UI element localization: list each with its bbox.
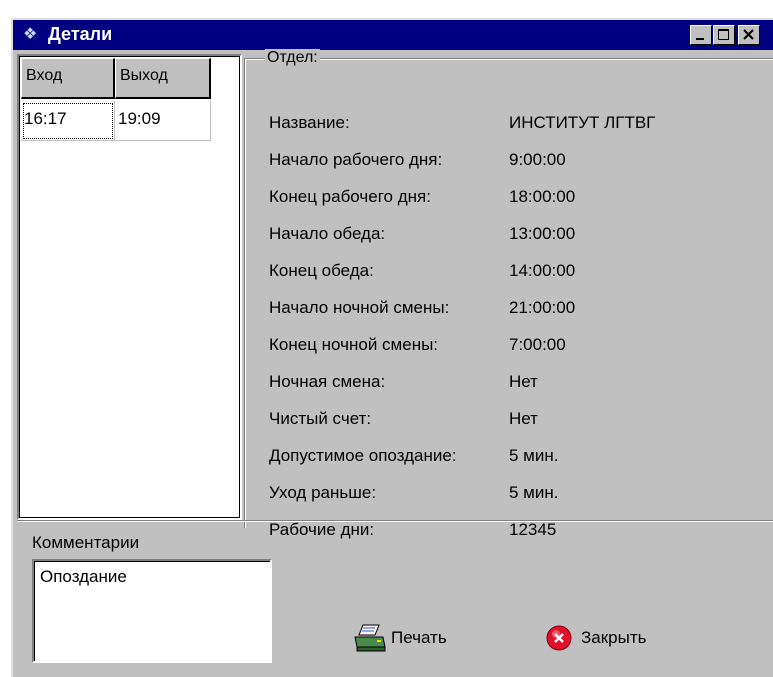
close-button[interactable] [738,25,760,45]
maximize-button[interactable] [713,25,735,45]
column-header-entry[interactable]: Вход [21,58,115,99]
field-value-night-end: 7:00:00 [509,335,566,354]
details-window: ❖ Детали Вход Выход 16:17 19:09 Отдел: Н… [11,18,773,677]
separator [17,520,773,522]
field-label-net-count: Чистый счет: [269,409,372,428]
column-header-exit-label: Выход [120,67,168,84]
table-cell-entry[interactable]: 16:17 [21,101,115,141]
field-value-night-shift: Нет [509,372,538,391]
window-title: Детали [48,24,113,44]
field-label-night-shift: Ночная смена: [269,372,386,391]
field-label-workday-end: Конец рабочего дня: [269,187,431,206]
printer-icon [353,623,387,653]
field-value-workday-start: 9:00:00 [509,150,566,169]
field-value-workdays: 12345 [509,520,557,539]
time-list[interactable]: Вход Выход 16:17 19:09 [17,54,242,520]
field-label-night-start: Начало ночной смены: [269,298,450,317]
field-value-leave-early: 5 мин. [509,483,559,502]
column-header-entry-label: Вход [26,67,63,84]
field-label-lunch-start: Начало обеда: [269,224,386,243]
minimize-button[interactable] [690,25,712,45]
field-label-allowed-late: Допустимое опоздание: [269,446,457,465]
field-label-workday-start: Начало рабочего дня: [269,150,443,169]
field-value-lunch-start: 13:00:00 [509,224,576,243]
comments-label: Комментарии [32,533,140,552]
close-dialog-button[interactable]: Закрыть [543,621,646,655]
print-button[interactable]: Печать [353,621,447,655]
print-button-label: Печать [391,628,447,647]
close-circle-icon [543,623,577,653]
maximize-icon [718,29,729,40]
field-value-workday-end: 18:00:00 [509,187,576,206]
table-cell-exit[interactable]: 19:09 [115,101,211,141]
department-group: Отдел: Название: ИНСТИТУТ ЛГТВГ Начало р… [244,49,773,539]
field-value-lunch-end: 14:00:00 [509,261,576,280]
title-bar[interactable]: ❖ Детали [13,20,773,50]
field-label-night-end: Конец ночной смены: [269,335,439,354]
field-label-leave-early: Уход раньше: [269,483,377,502]
field-value-net-count: Нет [509,409,538,428]
field-value-name: ИНСТИТУТ ЛГТВГ [509,113,656,132]
field-value-allowed-late: 5 мин. [509,446,559,465]
field-value-night-start: 21:00:00 [509,298,576,317]
minimize-icon [696,38,704,40]
field-label-name: Название: [269,113,350,132]
field-label-workdays: Рабочие дни: [269,520,375,539]
group-legend: Отдел: [265,49,320,67]
field-label-lunch-end: Конец обеда: [269,261,374,280]
column-header-exit[interactable]: Выход [115,58,211,99]
close-icon [743,29,754,40]
close-dialog-button-label: Закрыть [581,628,647,647]
comments-field[interactable]: Опоздание [32,559,272,663]
app-icon: ❖ [23,26,38,43]
